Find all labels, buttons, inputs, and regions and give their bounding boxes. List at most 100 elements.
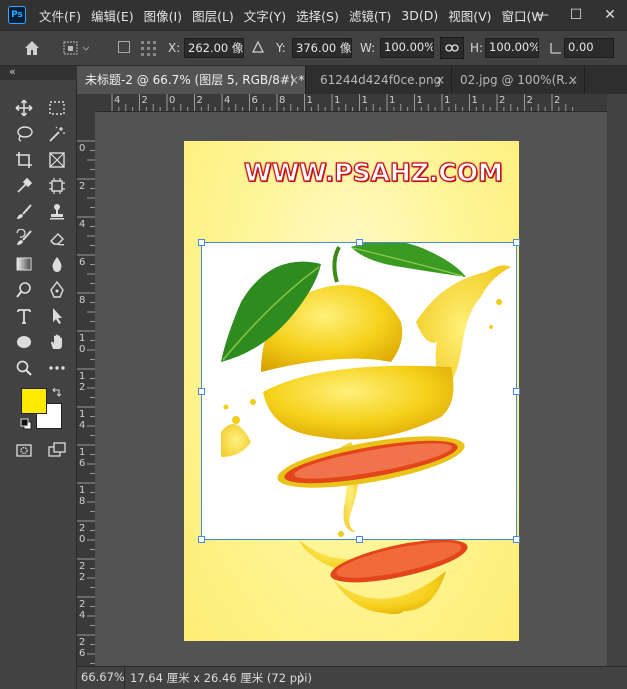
magic-wand-tool-icon[interactable]: [46, 123, 68, 145]
menu-select[interactable]: 选择(S): [291, 6, 344, 25]
zoom-level[interactable]: 66.67%: [81, 670, 125, 684]
eraser-tool-icon[interactable]: [46, 227, 68, 249]
vertical-ruler[interactable]: 0 2 4 6 8 1 0 1 2 1 4 1 6 1 8 2 0 2 2 2 4 2 6: [77, 111, 96, 666]
rotate-angle-field[interactable]: 0.00: [564, 38, 614, 58]
lasso-tool-icon[interactable]: [13, 123, 35, 145]
close-window-button[interactable]: ✕: [593, 0, 627, 30]
menu-type[interactable]: 文字(Y): [239, 6, 291, 25]
ruler-tick-label: 1: [471, 95, 478, 106]
ellipse-tool-icon[interactable]: [13, 331, 35, 353]
delta-icon[interactable]: [251, 40, 265, 57]
watermark-text: WWW.PSAHZ.COM: [243, 157, 503, 187]
ruler-tick-label: 0: [169, 95, 176, 106]
document-tabs: 未标题-2 @ 66.7% (图层 5, RGB/8#) * × 61244d4…: [77, 66, 627, 94]
hand-tool-icon[interactable]: [46, 331, 68, 353]
tab-label: 未标题-2 @ 66.7% (图层 5, RGB/8#) *: [85, 73, 305, 87]
type-tool-icon[interactable]: [13, 305, 35, 327]
pen-tool-icon[interactable]: [46, 279, 68, 301]
minimize-button[interactable]: —: [525, 0, 559, 30]
menu-layer[interactable]: 图层(L): [187, 6, 239, 25]
menu-filter[interactable]: 滤镜(T): [344, 6, 396, 25]
angle-icon[interactable]: [549, 41, 563, 58]
menu-edit[interactable]: 编辑(E): [86, 6, 139, 25]
toolbar-header: «: [0, 65, 77, 80]
ruler-tick-label: 1: [416, 95, 423, 106]
object-selection-tool-icon[interactable]: [46, 175, 68, 197]
brush-tool-icon[interactable]: [13, 201, 35, 223]
horizontal-ruler[interactable]: 4 2 0 2 4 6 8 1 1 1 1 1 1 1 2 2 2: [95, 94, 607, 112]
ruler-tick-label: 4: [79, 219, 86, 230]
ruler-tick-label: 6: [79, 257, 86, 268]
ruler-tick-label: 1 6: [79, 447, 86, 469]
photoshop-logo[interactable]: Ps: [8, 6, 26, 24]
ruler-tick-label: 0: [79, 143, 86, 154]
menu-view[interactable]: 视图(V): [443, 6, 496, 25]
reference-point-checkbox[interactable]: [118, 41, 130, 53]
y-label: Y:: [276, 41, 286, 55]
default-colors-icon[interactable]: [20, 418, 32, 433]
reference-point-grid-icon[interactable]: [139, 39, 159, 62]
ruler-tick-label: 1: [444, 95, 451, 106]
height-field[interactable]: 100.00%: [485, 38, 539, 58]
ruler-tick-label: 1 2: [79, 371, 86, 393]
zoom-tool-icon[interactable]: [13, 357, 35, 379]
menu-3d[interactable]: 3D(D): [396, 8, 443, 23]
status-bar: 66.67% 17.64 厘米 x 26.46 厘米 (72 ppi) 〉: [77, 666, 627, 689]
gradient-tool-icon[interactable]: [13, 253, 35, 275]
link-icon[interactable]: [440, 37, 464, 59]
tab-untitled-2[interactable]: 未标题-2 @ 66.7% (图层 5, RGB/8#) * ×: [77, 66, 306, 94]
foreground-color-swatch[interactable]: [21, 388, 47, 414]
dodge-tool-icon[interactable]: [13, 279, 35, 301]
ruler-tick-label: 2 0: [79, 523, 86, 545]
width-field[interactable]: 100.00%: [380, 38, 434, 58]
move-tool-icon[interactable]: [13, 97, 35, 119]
ruler-tick-label: 2: [526, 95, 533, 106]
ruler-tick-label: 2 6: [79, 637, 86, 659]
ruler-tick-label: 1 4: [79, 409, 86, 431]
eyedropper-tool-icon[interactable]: [13, 175, 35, 197]
ruler-tick-label: 8: [79, 295, 86, 306]
crop-tool-icon[interactable]: [13, 149, 35, 171]
transform-reference-icon[interactable]: [62, 39, 92, 60]
ruler-tick-label: 2 4: [79, 599, 86, 621]
screen-mode-icon[interactable]: [46, 439, 68, 461]
ruler-tick-label: 2: [196, 95, 203, 106]
stamp-tool-icon[interactable]: [46, 201, 68, 223]
home-icon[interactable]: [22, 38, 42, 61]
menu-image[interactable]: 图像(I): [139, 6, 187, 25]
collapse-icon[interactable]: «: [9, 65, 16, 78]
tab-jpg-file[interactable]: 02.jpg @ 100%(R... ×: [452, 66, 585, 94]
ruler-tick-label: 1 0: [79, 333, 86, 355]
maximize-button[interactable]: ☐: [559, 0, 593, 30]
menu-bar: Ps 文件(F) 编辑(E) 图像(I) 图层(L) 文字(Y) 选择(S) 滤…: [0, 0, 627, 30]
blur-tool-icon[interactable]: [46, 253, 68, 275]
vertical-scrollbar[interactable]: [607, 94, 627, 666]
ruler-tick-label: 1 8: [79, 485, 86, 507]
quick-mask-icon[interactable]: [13, 439, 35, 461]
frame-tool-icon[interactable]: [46, 149, 68, 171]
marquee-tool-icon[interactable]: [46, 97, 68, 119]
x-position-field[interactable]: 262.00 像: [184, 38, 244, 58]
tab-label: 02.jpg @ 100%(R...: [460, 73, 576, 87]
window-controls: — ☐ ✕: [525, 0, 627, 30]
ruler-tick-label: 1: [389, 95, 396, 106]
history-brush-tool-icon[interactable]: [13, 227, 35, 249]
ruler-tick-label: 2: [554, 95, 561, 106]
x-label: X:: [168, 41, 181, 55]
menu-file[interactable]: 文件(F): [34, 6, 86, 25]
more-tools-icon[interactable]: [46, 357, 68, 379]
status-menu-arrow[interactable]: 〉: [299, 670, 311, 686]
layer-image[interactable]: [201, 240, 517, 540]
tab-close-icon[interactable]: ×: [289, 66, 299, 94]
tools-panel: [0, 80, 77, 689]
tab-png-file[interactable]: 61244d424f0ce.png ×: [312, 66, 452, 94]
ruler-tick-label: 2: [141, 95, 148, 106]
y-position-field[interactable]: 376.00 像: [292, 38, 352, 58]
tab-close-icon[interactable]: ×: [435, 66, 445, 94]
ruler-corner[interactable]: [77, 94, 95, 111]
tab-close-icon[interactable]: ×: [568, 66, 578, 94]
path-selection-tool-icon[interactable]: [46, 305, 68, 327]
ruler-tick-label: 4: [114, 95, 121, 106]
ruler-tick-label: 1: [361, 95, 368, 106]
swap-colors-icon[interactable]: [51, 387, 63, 402]
